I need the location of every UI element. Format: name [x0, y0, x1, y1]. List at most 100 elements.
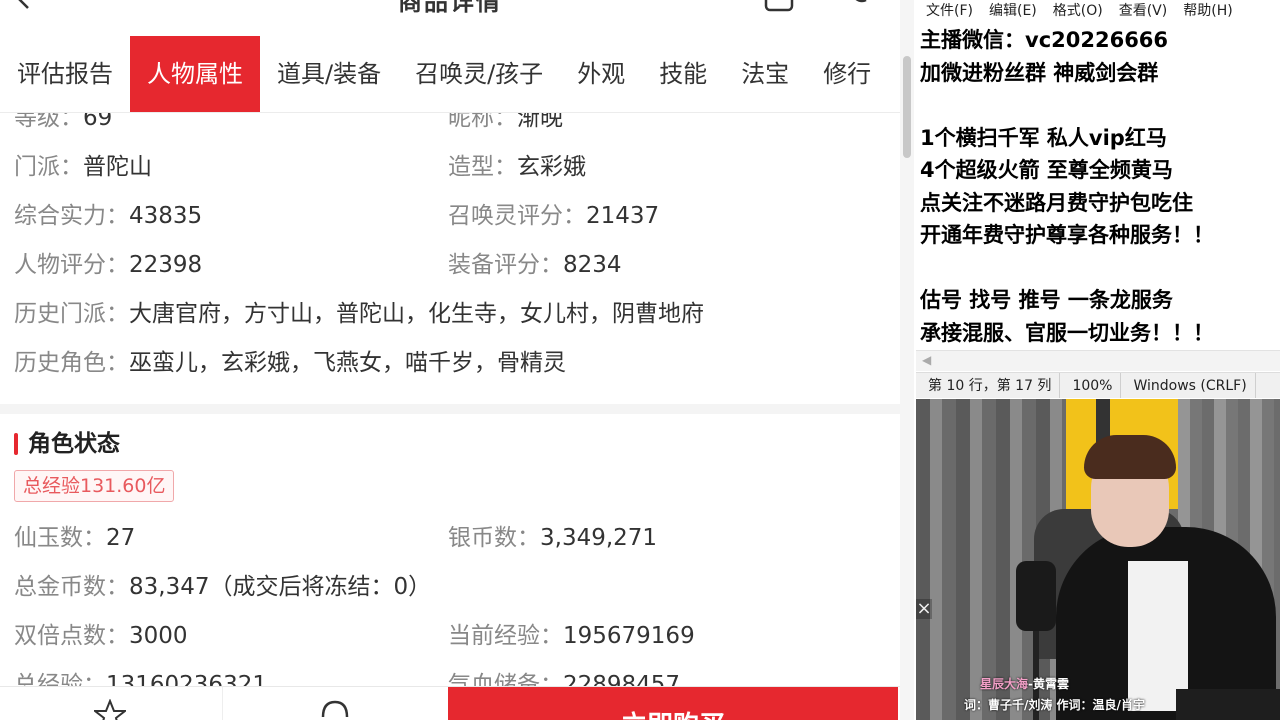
tab-skills[interactable]: 技能: [642, 36, 724, 112]
attr-sect: 门派：普陀山: [14, 147, 152, 187]
song-artist: 黄霄雲: [1033, 677, 1070, 691]
tab-character-attributes[interactable]: 人物属性: [130, 36, 260, 112]
attr-power-label: 综合实力：: [14, 203, 129, 229]
content-area[interactable]: 等级：69 昵称：渐晚 门派：普陀山 造型：玄彩娥 综合实力：43835 召唤灵…: [0, 113, 900, 686]
favorite-star-icon[interactable]: [94, 699, 126, 720]
attr-level-value: 69: [83, 113, 113, 131]
scroll-left-arrow-icon[interactable]: ◀: [922, 353, 931, 367]
note-line: 承接混服、官服一切业务！！！: [920, 320, 1214, 345]
status-silver-value: 3,349,271: [540, 525, 658, 551]
status-jade-label: 仙玉数：: [14, 525, 106, 551]
attr-power: 综合实力：43835: [14, 196, 202, 236]
status-cur-exp-value: 195679169: [563, 623, 695, 649]
tab-items-equipment[interactable]: 道具/装备: [260, 36, 398, 112]
menu-edit[interactable]: 编辑(E): [979, 0, 1037, 22]
top-bar: 商品详情: [0, 0, 900, 37]
note-line: 估号 找号 推号 一条龙服务: [920, 288, 1173, 312]
attr-nickname: 昵称：渐晚: [448, 113, 563, 138]
bottom-action-bar: 立即购买: [0, 686, 900, 720]
attr-summon-score-value: 21437: [586, 203, 660, 229]
total-exp-badge: 总经验131.60亿: [14, 470, 175, 502]
attr-equip-score-value: 8234: [563, 252, 622, 278]
status-gold-label: 总金币数：: [14, 574, 129, 600]
status-cursor-position: 第 10 行，第 17 列: [916, 373, 1061, 398]
attr-history-sects-value: 大唐官府，方寸山，普陀山，化生寺，女儿村，阴曹地府: [129, 301, 704, 327]
note-line: 加微进粉丝群 神威剑会群: [920, 60, 1159, 85]
status-total-exp-value: 13160236321: [106, 672, 267, 686]
webcam-feed: × 星辰大海-黄霄雲 词：曹子千/刘涛 作词：温良/肖宇: [916, 399, 1280, 720]
song-title-name: 星辰大海: [980, 677, 1029, 691]
status-gold: 总金币数：83,347（成交后将冻结：0）: [14, 567, 431, 607]
product-detail-app: 商品详情 评估报告 人物属性 道具/装备 召唤灵/孩子 外观 技能 法宝 修行 …: [0, 0, 900, 720]
section-divider: [0, 404, 900, 414]
attr-sect-value: 普陀山: [83, 154, 152, 180]
customer-service-headset-icon[interactable]: [318, 699, 352, 720]
menu-help[interactable]: 帮助(H): [1173, 0, 1232, 22]
attr-history-sects: 历史门派：大唐官府，方寸山，普陀山，化生寺，女儿村，阴曹地府: [14, 294, 704, 334]
attr-model-label: 造型：: [448, 154, 517, 180]
attr-char-score-label: 人物评分：: [14, 252, 129, 278]
attr-model-value: 玄彩娥: [517, 154, 586, 180]
menu-file[interactable]: 文件(F): [916, 0, 973, 22]
status-hp-store: 气血储备：22898457: [448, 665, 680, 686]
attr-summon-score-label: 召唤灵评分：: [448, 203, 586, 229]
status-silver: 银币数：3,349,271: [448, 518, 657, 558]
menu-format[interactable]: 格式(O): [1043, 0, 1103, 22]
song-title: 星辰大海-黄霄雲: [980, 677, 1070, 691]
status-double-points: 双倍点数：3000: [14, 616, 188, 656]
attr-equip-score: 装备评分：8234: [448, 245, 622, 285]
status-total-exp-label: 总经验：: [14, 672, 106, 686]
attr-level-label: 等级：: [14, 113, 83, 131]
status-encoding: Windows (CRLF): [1121, 373, 1256, 398]
note-line: [920, 252, 1276, 285]
status-double-value: 3000: [129, 623, 188, 649]
attr-history-sects-label: 历史门派：: [14, 301, 129, 327]
tab-bar: 评估报告 人物属性 道具/装备 召唤灵/孩子 外观 技能 法宝 修行: [0, 36, 900, 113]
section-title-role-status: 角色状态: [14, 429, 120, 459]
attr-model: 造型：玄彩娥: [448, 147, 586, 187]
status-hp-store-label: 气血储备：: [448, 672, 563, 686]
song-credits: 词：曹子千/刘涛 作词：温良/肖宇: [964, 698, 1145, 712]
notepad-statusbar: 第 10 行，第 17 列 100% Windows (CRLF): [916, 372, 1280, 398]
attr-equip-score-label: 装备评分：: [448, 252, 563, 278]
notepad-text-area[interactable]: 主播微信：vc20226666 加微进粉丝群 神威剑会群 1个横扫千军 私人vi…: [920, 24, 1276, 349]
note-line: 4个超级火箭 至尊全频黄马: [920, 158, 1173, 182]
status-total-exp: 总经验：13160236321: [14, 665, 267, 686]
share-icon[interactable]: [848, 0, 868, 8]
notepad-window: 文件(F) 编辑(E) 格式(O) 查看(V) 帮助(H) 主播微信：vc202…: [916, 0, 1280, 398]
tab-treasures[interactable]: 法宝: [724, 36, 806, 112]
notepad-menubar: 文件(F) 编辑(E) 格式(O) 查看(V) 帮助(H): [916, 0, 1280, 22]
attr-nickname-value: 渐晚: [517, 113, 563, 131]
microphone: [1016, 561, 1056, 631]
status-current-exp: 当前经验：195679169: [448, 616, 695, 656]
buy-now-button[interactable]: 立即购买: [448, 687, 898, 720]
attr-char-score-value: 22398: [129, 252, 203, 278]
keyboard: [1176, 689, 1280, 720]
attr-char-score: 人物评分：22398: [14, 245, 202, 285]
tab-cultivation[interactable]: 修行: [806, 36, 888, 112]
attr-level: 等级：69: [14, 113, 112, 138]
status-double-label: 双倍点数：: [14, 623, 129, 649]
menu-view[interactable]: 查看(V): [1109, 0, 1168, 22]
status-jade-value: 27: [106, 525, 136, 551]
status-gold-value: 83,347（成交后将冻结：0）: [129, 574, 432, 600]
note-line: 主播微信：vc20226666: [920, 28, 1169, 52]
attr-nickname-label: 昵称：: [448, 113, 517, 131]
note-line: 1个横扫千军 私人vip红马: [920, 125, 1167, 150]
attr-history-roles-value: 巫蛮儿，玄彩娥，飞燕女，喵千岁，骨精灵: [129, 350, 566, 376]
note-line: 点关注不迷路月费守护包吃住: [920, 190, 1193, 215]
tab-appearance[interactable]: 外观: [560, 36, 642, 112]
bottom-divider: [222, 687, 223, 720]
close-icon[interactable]: ×: [916, 599, 932, 619]
tab-summons-children[interactable]: 召唤灵/孩子: [398, 36, 560, 112]
status-zoom: 100%: [1060, 373, 1122, 398]
horizontal-scrollbar[interactable]: ◀: [916, 350, 1280, 371]
scrollbar-thumb[interactable]: [903, 56, 911, 158]
tab-evaluation-report[interactable]: 评估报告: [0, 36, 130, 112]
status-hp-store-value: 22898457: [563, 672, 681, 686]
attr-power-value: 43835: [129, 203, 203, 229]
attr-summon-score: 召唤灵评分：21437: [448, 196, 659, 236]
streamer-hair: [1084, 435, 1176, 479]
shopping-bag-icon[interactable]: [764, 0, 794, 12]
attr-history-roles: 历史角色：巫蛮儿，玄彩娥，飞燕女，喵千岁，骨精灵: [14, 343, 566, 383]
